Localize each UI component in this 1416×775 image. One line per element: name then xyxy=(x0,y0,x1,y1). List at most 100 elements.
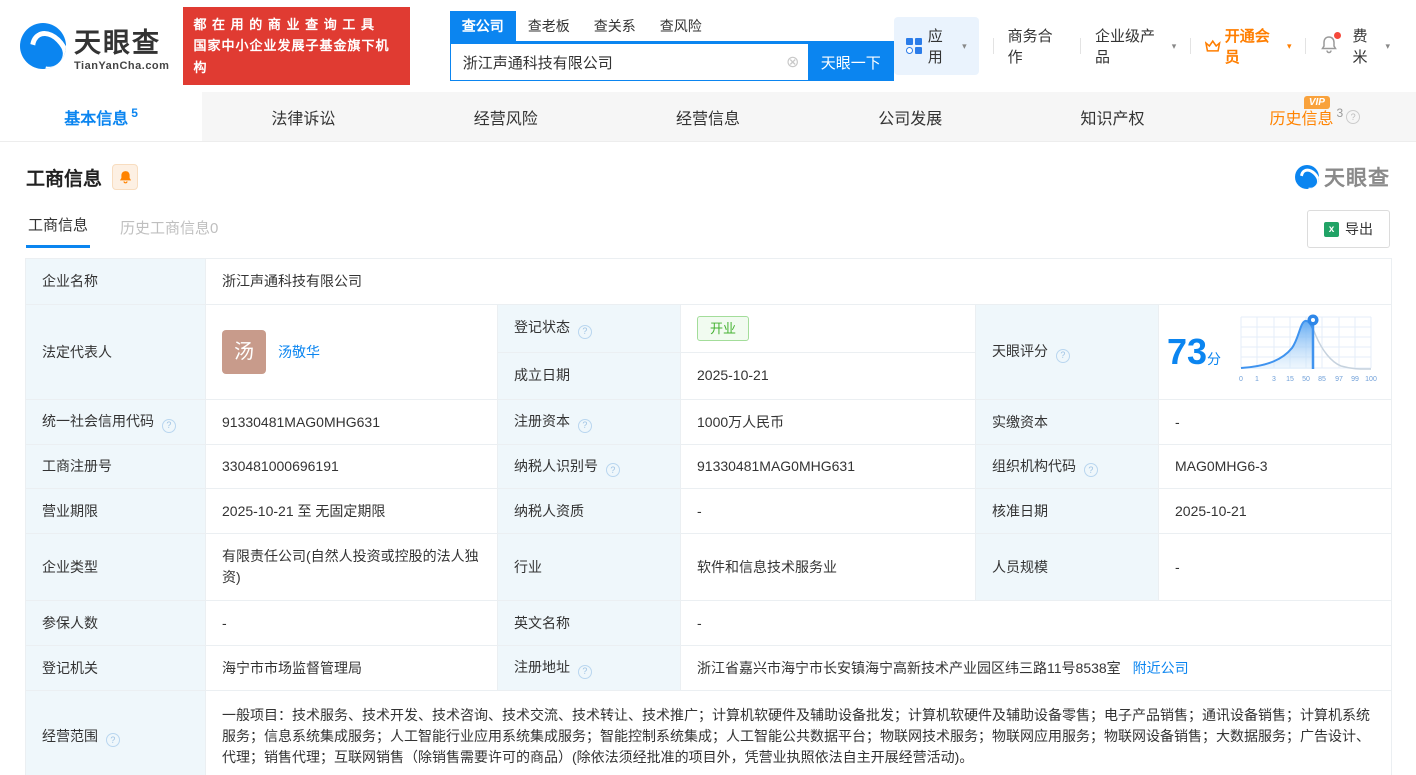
insured-count-value: - xyxy=(206,601,498,646)
search-tab-company[interactable]: 查公司 xyxy=(450,11,516,41)
tab-history-info[interactable]: VIP 历史信息 3 ? xyxy=(1214,92,1416,141)
subtab-business-info[interactable]: 工商信息 xyxy=(26,204,90,248)
score-cell: 73分 xyxy=(1159,305,1392,400)
tab-label: 基本信息 xyxy=(64,105,128,129)
reg-capital-value: 1000万人民币 xyxy=(681,400,976,445)
search-tab-risk[interactable]: 查风险 xyxy=(648,11,714,41)
tab-legal-proceedings[interactable]: 法律诉讼 xyxy=(202,92,404,141)
tick-8: 100 xyxy=(1365,376,1377,383)
chevron-down-icon: ▾ xyxy=(1385,41,1390,52)
tick-1: 1 xyxy=(1255,376,1259,383)
tab-label: 知识产权 xyxy=(1081,105,1145,129)
excel-icon: x xyxy=(1324,222,1339,237)
slogan-banner: 都 在 用 的 商 业 查 询 工 具 国家中小企业发展子基金旗下机构 xyxy=(183,7,409,85)
open-vip-label: 开通会员 xyxy=(1225,25,1283,67)
table-row: 法定代表人 汤 汤敬华 登记状态 ? 开业 天眼评分 ? xyxy=(26,305,1392,353)
slogan-line1: 都 在 用 的 商 业 查 询 工 具 xyxy=(193,14,399,35)
help-icon[interactable]: ? xyxy=(578,665,592,679)
export-label: 导出 xyxy=(1345,219,1373,239)
apps-menu[interactable]: 应用 ▾ xyxy=(894,17,979,75)
approval-date-value: 2025-10-21 xyxy=(1159,489,1392,534)
taxpayer-id-label: 纳税人识别号 ? xyxy=(498,445,681,489)
top-header: 天眼查 TianYanCha.com 都 在 用 的 商 业 查 询 工 具 国… xyxy=(0,0,1416,92)
search-tab-boss[interactable]: 查老板 xyxy=(516,11,582,41)
table-row: 企业类型 有限责任公司(自然人投资或控股的法人独资) 行业 软件和信息技术服务业… xyxy=(26,534,1392,601)
company-type-label: 企业类型 xyxy=(26,534,206,601)
label-text: 纳税人识别号 xyxy=(514,458,598,474)
tab-count: 5 xyxy=(131,106,138,120)
tab-operating-info[interactable]: 经营信息 xyxy=(607,92,809,141)
user-menu[interactable]: 费米 ▾ xyxy=(1352,25,1390,67)
score-unit: 分 xyxy=(1207,351,1221,367)
cooperation-label: 商务合作 xyxy=(1008,25,1066,67)
nav-enterprise-products[interactable]: 企业级产品 ▾ xyxy=(1095,25,1176,67)
reg-address-value: 浙江省嘉兴市海宁市长安镇海宁高新技术产业园区纬三路11号8538室 附近公司 xyxy=(681,646,1392,691)
english-name-label: 英文名称 xyxy=(498,601,681,646)
subtab-history-business-info[interactable]: 历史工商信息0 xyxy=(118,207,220,248)
company-name-label: 企业名称 xyxy=(26,259,206,305)
table-row: 营业期限 2025-10-21 至 无固定期限 纳税人资质 - 核准日期 202… xyxy=(26,489,1392,534)
tick-6: 97 xyxy=(1335,376,1343,383)
watermark-logo-icon xyxy=(1295,165,1319,189)
establish-date-label: 成立日期 xyxy=(498,352,681,400)
legal-rep-link[interactable]: 汤敬华 xyxy=(278,342,320,363)
taxpayer-qualification-label: 纳税人资质 xyxy=(498,489,681,534)
notification-bell-icon[interactable] xyxy=(1320,35,1338,58)
tianyancha-logo[interactable]: 天眼查 TianYanCha.com xyxy=(20,21,169,72)
help-icon[interactable]: ? xyxy=(106,733,120,747)
subscribe-bell-icon[interactable] xyxy=(112,164,138,190)
watermark-logo: 天眼查 xyxy=(1295,162,1390,192)
apps-grid-icon xyxy=(906,38,922,54)
help-icon[interactable]: ? xyxy=(578,419,592,433)
table-row: 企业名称 浙江声通科技有限公司 xyxy=(26,259,1392,305)
search-button[interactable]: 天眼一下 xyxy=(808,43,894,81)
logo-text: 天眼查 TianYanCha.com xyxy=(74,21,169,72)
tab-basic-info[interactable]: 基本信息 5 xyxy=(0,92,202,141)
business-scope-label: 经营范围 ? xyxy=(26,691,206,775)
help-icon[interactable]: ? xyxy=(578,325,592,339)
clear-search-icon[interactable]: ⊗ xyxy=(778,43,808,81)
tick-5: 85 xyxy=(1318,376,1326,383)
tab-intellectual-property[interactable]: 知识产权 xyxy=(1011,92,1213,141)
credit-code-value: 91330481MAG0MHG631 xyxy=(206,400,498,445)
export-button[interactable]: x 导出 xyxy=(1307,210,1390,248)
search-tabs: 查公司 查老板 查关系 查风险 xyxy=(450,11,894,43)
business-info-table: 企业名称 浙江声通科技有限公司 法定代表人 汤 汤敬华 登记状态 ? 开业 天眼… xyxy=(25,258,1392,775)
help-icon[interactable]: ? xyxy=(1346,110,1360,124)
legal-rep-avatar[interactable]: 汤 xyxy=(222,330,266,374)
help-icon[interactable]: ? xyxy=(162,419,176,433)
help-icon[interactable]: ? xyxy=(1056,349,1070,363)
help-icon[interactable]: ? xyxy=(1084,463,1098,477)
chevron-down-icon: ▾ xyxy=(962,41,967,52)
search-tab-relation[interactable]: 查关系 xyxy=(582,11,648,41)
page: 天眼查 TianYanCha.com 都 在 用 的 商 业 查 询 工 具 国… xyxy=(0,0,1416,775)
insured-count-label: 参保人数 xyxy=(26,601,206,646)
help-icon[interactable]: ? xyxy=(606,463,620,477)
label-text: 经营范围 xyxy=(42,728,98,744)
label-text: 组织机构代码 xyxy=(992,458,1076,474)
address-text: 浙江省嘉兴市海宁市长安镇海宁高新技术产业园区纬三路11号8538室 xyxy=(697,660,1121,676)
nearby-companies-link[interactable]: 附近公司 xyxy=(1133,660,1189,676)
tab-count: 3 xyxy=(1336,106,1343,120)
divider xyxy=(993,38,994,54)
search-box: 查公司 查老板 查关系 查风险 ⊗ 天眼一下 xyxy=(450,11,894,81)
crown-icon xyxy=(1205,39,1221,53)
chevron-down-icon: ▾ xyxy=(1172,41,1177,52)
establish-date-value: 2025-10-21 xyxy=(681,352,976,400)
tianyancha-logo-icon xyxy=(20,23,66,69)
tab-operating-risk[interactable]: 经营风险 xyxy=(405,92,607,141)
tab-company-development[interactable]: 公司发展 xyxy=(809,92,1011,141)
nav-open-vip[interactable]: 开通会员 ▾ xyxy=(1205,25,1291,67)
nav-cooperation[interactable]: 商务合作 xyxy=(1008,25,1066,67)
divider xyxy=(1305,38,1306,54)
business-scope-value: 一般项目：技术服务、技术开发、技术咨询、技术交流、技术转让、技术推广；计算机软硬… xyxy=(206,691,1392,775)
tab-label: 经营风险 xyxy=(474,105,538,129)
english-name-value: - xyxy=(681,601,1392,646)
org-code-label: 组织机构代码 ? xyxy=(976,445,1159,489)
main-tab-bar: 基本信息 5 法律诉讼 经营风险 经营信息 公司发展 知识产权 VIP 历史信息… xyxy=(0,92,1416,142)
status-badge: 开业 xyxy=(697,316,749,342)
search-input[interactable] xyxy=(450,43,808,81)
vip-badge: VIP xyxy=(1304,96,1330,109)
business-term-label: 营业期限 xyxy=(26,489,206,534)
reg-authority-value: 海宁市市场监督管理局 xyxy=(206,646,498,691)
